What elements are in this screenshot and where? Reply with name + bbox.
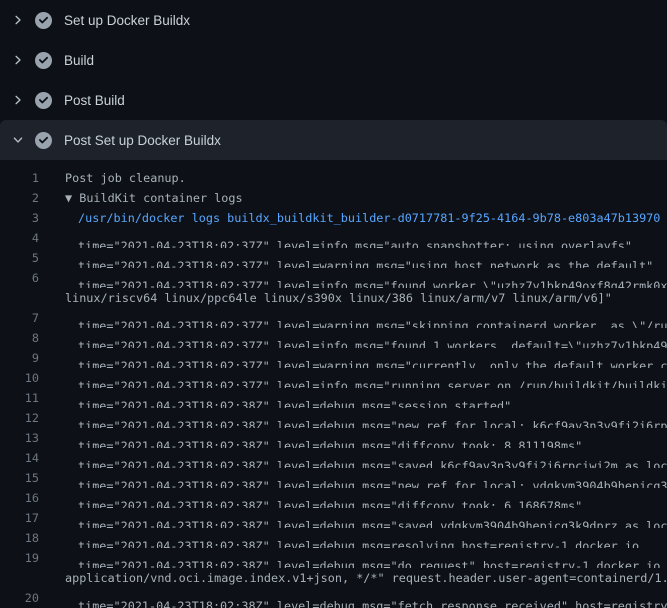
step-label: Post Build xyxy=(64,93,125,108)
log-line-text: time="2021-04-23T18:02:38Z" level=debug … xyxy=(39,388,511,408)
collapse-group-icon[interactable]: ▼ xyxy=(65,191,79,205)
log-line-text: time="2021-04-23T18:02:37Z" level=warnin… xyxy=(39,248,653,268)
log-line[interactable]: 2▼ BuildKit container logs xyxy=(0,188,667,208)
log-line[interactable]: 19time="2021-04-23T18:02:38Z" level=debu… xyxy=(0,548,667,568)
log-line[interactable]: 12time="2021-04-23T18:02:38Z" level=debu… xyxy=(0,408,667,428)
log-line-number[interactable]: 1 xyxy=(0,168,39,188)
log-line-number[interactable]: 14 xyxy=(0,448,39,468)
log-line-text: time="2021-04-23T18:02:37Z" level=info m… xyxy=(39,328,667,348)
log-line-text: time="2021-04-23T18:02:38Z" level=debug … xyxy=(39,408,667,428)
chevron-right-icon[interactable] xyxy=(12,14,24,26)
step-label: Post Set up Docker Buildx xyxy=(64,133,221,148)
log-line-number xyxy=(0,288,39,308)
log-line-text: time="2021-04-23T18:02:38Z" level=debug … xyxy=(39,448,667,468)
log-line-number[interactable]: 3 xyxy=(0,208,39,228)
chevron-down-icon[interactable] xyxy=(12,134,24,146)
log-line-number[interactable]: 18 xyxy=(0,528,39,548)
log-line-number[interactable]: 16 xyxy=(0,488,39,508)
log-line[interactable]: 9time="2021-04-23T18:02:37Z" level=warni… xyxy=(0,348,667,368)
log-line-text: time="2021-04-23T18:02:38Z" level=debug … xyxy=(39,548,667,568)
check-circle-icon xyxy=(35,12,52,29)
log-line[interactable]: 20time="2021-04-23T18:02:38Z" level=debu… xyxy=(0,588,667,608)
log-line-text: time="2021-04-23T18:02:37Z" level=info m… xyxy=(39,228,632,248)
log-line-number[interactable]: 4 xyxy=(0,228,39,248)
step-row-build[interactable]: Build xyxy=(0,40,667,80)
log-line-number[interactable]: 17 xyxy=(0,508,39,528)
log-line-number[interactable]: 13 xyxy=(0,428,39,448)
log-line[interactable]: 14time="2021-04-23T18:02:38Z" level=debu… xyxy=(0,448,667,468)
log-line[interactable]: 17time="2021-04-23T18:02:38Z" level=debu… xyxy=(0,508,667,528)
steps-list: Set up Docker Buildx Build Post Build Post … xyxy=(0,0,667,160)
step-row-post-build[interactable]: Post Build xyxy=(0,80,667,120)
log-line-text: time="2021-04-23T18:02:37Z" level=info m… xyxy=(39,368,667,388)
check-circle-icon xyxy=(35,92,52,109)
log-line-number[interactable]: 10 xyxy=(0,368,39,388)
log-line-number[interactable]: 11 xyxy=(0,388,39,408)
log-line-text: time="2021-04-23T18:02:38Z" level=debug … xyxy=(39,528,639,548)
log-line-number[interactable]: 19 xyxy=(0,548,39,568)
log-line[interactable]: 6time="2021-04-23T18:02:37Z" level=info … xyxy=(0,268,667,288)
log-line[interactable]: 4time="2021-04-23T18:02:37Z" level=info … xyxy=(0,228,667,248)
log-line[interactable]: 7time="2021-04-23T18:02:37Z" level=warni… xyxy=(0,308,667,328)
log-line-number[interactable]: 5 xyxy=(0,248,39,268)
chevron-right-icon[interactable] xyxy=(12,54,24,66)
check-circle-icon xyxy=(35,132,52,149)
log-line-continuation[interactable]: application/vnd.oci.image.index.v1+json,… xyxy=(0,568,667,588)
log-line-text: Post job cleanup. xyxy=(39,168,186,188)
step-row-set-up-docker-buildx[interactable]: Set up Docker Buildx xyxy=(0,0,667,40)
log-line[interactable]: 10time="2021-04-23T18:02:37Z" level=info… xyxy=(0,368,667,388)
log-line-text: time="2021-04-23T18:02:38Z" level=debug … xyxy=(39,488,582,508)
log-line-text: time="2021-04-23T18:02:37Z" level=warnin… xyxy=(39,308,667,328)
log-line-text: time="2021-04-23T18:02:38Z" level=debug … xyxy=(39,428,582,448)
log-line-number[interactable]: 7 xyxy=(0,308,39,328)
step-row-post-set-up-docker-buildx[interactable]: Post Set up Docker Buildx xyxy=(0,120,667,160)
log-line-number[interactable]: 2 xyxy=(0,188,39,208)
log-line-text: time="2021-04-23T18:02:38Z" level=debug … xyxy=(39,508,667,528)
log-line[interactable]: 11time="2021-04-23T18:02:38Z" level=debu… xyxy=(0,388,667,408)
log-line-text: linux/riscv64 linux/ppc64le linux/s390x … xyxy=(39,288,612,308)
check-circle-icon xyxy=(35,52,52,69)
log-line-text: time="2021-04-23T18:02:38Z" level=debug … xyxy=(39,468,667,488)
log-line-text: /usr/bin/docker logs buildx_buildkit_bui… xyxy=(39,208,660,228)
log-line[interactable]: 16time="2021-04-23T18:02:38Z" level=debu… xyxy=(0,488,667,508)
step-label: Build xyxy=(64,53,94,68)
log-line-number[interactable]: 12 xyxy=(0,408,39,428)
log-line[interactable]: 3/usr/bin/docker logs buildx_buildkit_bu… xyxy=(0,208,667,228)
log-line[interactable]: 5time="2021-04-23T18:02:37Z" level=warni… xyxy=(0,248,667,268)
log-line-text: application/vnd.oci.image.index.v1+json,… xyxy=(39,568,667,588)
log-line-number[interactable]: 15 xyxy=(0,468,39,488)
log-line-text: time="2021-04-23T18:02:38Z" level=debug … xyxy=(39,588,667,608)
log-line-number[interactable]: 6 xyxy=(0,268,39,288)
log-line-text: time="2021-04-23T18:02:37Z" level=warnin… xyxy=(39,348,667,368)
chevron-right-icon[interactable] xyxy=(12,94,24,106)
log-line[interactable]: 8time="2021-04-23T18:02:37Z" level=info … xyxy=(0,328,667,348)
step-label: Set up Docker Buildx xyxy=(64,13,190,28)
log-line-number xyxy=(0,568,39,588)
log-line-text: ▼ BuildKit container logs xyxy=(39,188,243,208)
log-line[interactable]: 18time="2021-04-23T18:02:38Z" level=debu… xyxy=(0,528,667,548)
log-panel: 1Post job cleanup.2▼ BuildKit container … xyxy=(0,160,667,608)
log-line[interactable]: 15time="2021-04-23T18:02:38Z" level=debu… xyxy=(0,468,667,488)
log-line[interactable]: 13time="2021-04-23T18:02:38Z" level=debu… xyxy=(0,428,667,448)
log-line-number[interactable]: 20 xyxy=(0,588,39,608)
log-line[interactable]: 1Post job cleanup. xyxy=(0,168,667,188)
log-line-number[interactable]: 9 xyxy=(0,348,39,368)
log-line-text: time="2021-04-23T18:02:37Z" level=info m… xyxy=(39,268,667,288)
log-line-continuation[interactable]: linux/riscv64 linux/ppc64le linux/s390x … xyxy=(0,288,667,308)
workflow-log-viewer: Set up Docker Buildx Build Post Build Post … xyxy=(0,0,667,600)
log-line-number[interactable]: 8 xyxy=(0,328,39,348)
